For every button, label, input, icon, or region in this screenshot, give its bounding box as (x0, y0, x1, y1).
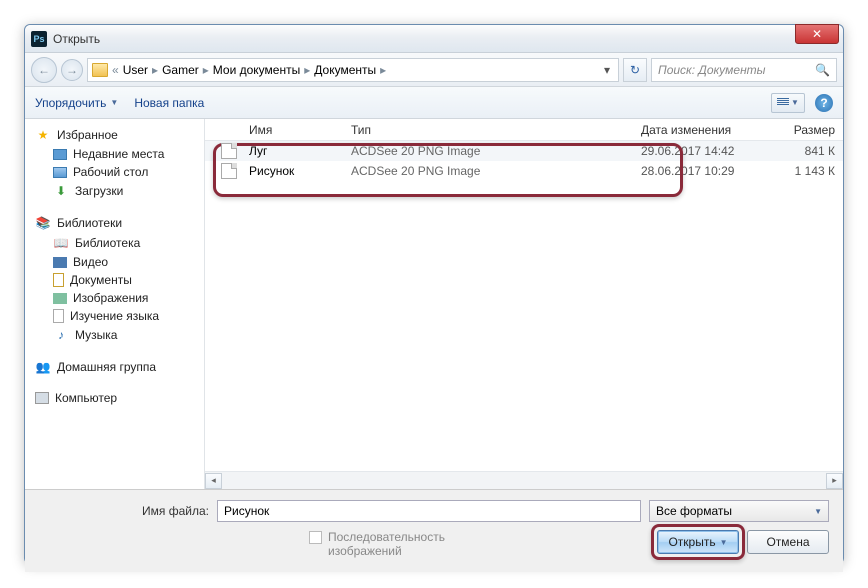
chevron-right-icon: ▸ (150, 63, 160, 77)
arrow-left-icon: ← (38, 63, 50, 77)
breadcrumb[interactable]: « User ▸ Gamer ▸ Мои документы ▸ Докумен… (87, 58, 619, 82)
breadcrumb-part[interactable]: Документы (314, 63, 376, 77)
window-title: Открыть (53, 32, 100, 46)
organize-button[interactable]: Упорядочить ▼ (35, 96, 118, 110)
sidebar-group-libraries[interactable]: 📚Библиотеки (35, 213, 204, 233)
chevron-down-icon: ▼ (720, 538, 728, 547)
file-type-filter[interactable]: Все форматы ▼ (649, 500, 829, 522)
sidebar-group-favorites[interactable]: ★Избранное (35, 125, 204, 145)
sequence-checkbox[interactable] (309, 531, 322, 544)
sidebar-group-computer[interactable]: Компьютер (35, 389, 204, 407)
video-icon (53, 257, 67, 268)
help-icon: ? (820, 96, 827, 110)
sidebar-item-language[interactable]: Изучение языка (35, 307, 204, 325)
libraries-icon: 📚 (35, 215, 51, 231)
bottom-panel: Имя файла: Рисунок Все форматы ▼ Последо… (25, 489, 843, 572)
chevron-down-icon: ▼ (791, 98, 799, 107)
sidebar-group-homegroup[interactable]: 👥Домашняя группа (35, 357, 204, 377)
chevron-right-icon: ▸ (378, 63, 388, 77)
view-options-button[interactable]: ▼ (771, 93, 805, 113)
column-headers: Имя Тип Дата изменения Размер (205, 119, 843, 141)
file-icon (221, 163, 237, 179)
sidebar-item-music[interactable]: ♪Музыка (35, 325, 204, 345)
breadcrumb-part[interactable]: Gamer (162, 63, 199, 77)
close-button[interactable]: ✕ (795, 24, 839, 44)
nav-bar: ← → « User ▸ Gamer ▸ Мои документы ▸ Док… (25, 53, 843, 87)
search-placeholder: Поиск: Документы (658, 63, 809, 77)
file-row[interactable]: Луг ACDSee 20 PNG Image 29.06.2017 14:42… (205, 141, 843, 161)
column-type[interactable]: Тип (343, 123, 633, 137)
breadcrumb-part[interactable]: User (123, 63, 148, 77)
sidebar: ★Избранное Недавние места Рабочий стол ⬇… (25, 119, 205, 489)
close-icon: ✕ (812, 27, 822, 41)
sidebar-item-desktop[interactable]: Рабочий стол (35, 163, 204, 181)
refresh-button[interactable]: ↻ (623, 58, 647, 82)
cancel-button[interactable]: Отмена (747, 530, 829, 554)
breadcrumb-part[interactable]: Мои документы (213, 63, 300, 77)
list-view-icon (777, 98, 789, 108)
sequence-checkbox-row: Последовательность изображений (309, 530, 478, 558)
arrow-right-icon: → (66, 63, 78, 77)
chevron-right-icon: « (110, 63, 121, 77)
sequence-label: Последовательность изображений (328, 530, 478, 558)
page-icon (53, 309, 64, 323)
chevron-down-icon[interactable]: ▾ (600, 63, 614, 77)
chevron-right-icon: ▸ (302, 63, 312, 77)
music-icon: ♪ (53, 327, 69, 343)
search-icon: 🔍 (815, 63, 830, 77)
filename-input[interactable]: Рисунок (217, 500, 641, 522)
documents-icon (53, 273, 64, 287)
sidebar-item-downloads[interactable]: ⬇Загрузки (35, 181, 204, 201)
column-size[interactable]: Размер (759, 123, 843, 137)
sidebar-item-images[interactable]: Изображения (35, 289, 204, 307)
sidebar-item-documents[interactable]: Документы (35, 271, 204, 289)
star-icon: ★ (35, 127, 51, 143)
homegroup-icon: 👥 (35, 359, 51, 375)
open-dialog: Ps Открыть ✕ ← → « User ▸ Gamer ▸ Мои до… (24, 24, 844, 564)
column-date[interactable]: Дата изменения (633, 123, 759, 137)
nav-back-button[interactable]: ← (31, 57, 57, 83)
open-button[interactable]: Открыть ▼ (657, 530, 739, 554)
column-name[interactable]: Имя (241, 123, 343, 137)
search-input[interactable]: Поиск: Документы 🔍 (651, 58, 837, 82)
scroll-right-button[interactable]: ▸ (826, 473, 843, 489)
toolbar: Упорядочить ▼ Новая папка ▼ ? (25, 87, 843, 119)
images-icon (53, 293, 67, 304)
computer-icon (35, 392, 49, 404)
chevron-right-icon: ▸ (201, 63, 211, 77)
recent-places-icon (53, 149, 67, 160)
folder-icon (92, 63, 108, 77)
sidebar-item-library[interactable]: 📖Библиотека (35, 233, 204, 253)
nav-forward-button[interactable]: → (61, 59, 83, 81)
app-icon: Ps (31, 31, 47, 47)
help-button[interactable]: ? (815, 94, 833, 112)
library-icon: 📖 (53, 235, 69, 251)
filename-label: Имя файла: (39, 504, 209, 518)
file-icon (221, 143, 237, 159)
file-list: Имя Тип Дата изменения Размер Луг ACDSee… (205, 119, 843, 489)
sidebar-item-recent[interactable]: Недавние места (35, 145, 204, 163)
titlebar[interactable]: Ps Открыть ✕ (25, 25, 843, 53)
scroll-left-button[interactable]: ◂ (205, 473, 222, 489)
file-row[interactable]: Рисунок ACDSee 20 PNG Image 28.06.2017 1… (205, 161, 843, 181)
desktop-icon (53, 167, 67, 178)
chevron-down-icon: ▼ (110, 98, 118, 107)
downloads-icon: ⬇ (53, 183, 69, 199)
refresh-icon: ↻ (630, 63, 640, 77)
body: ★Избранное Недавние места Рабочий стол ⬇… (25, 119, 843, 489)
new-folder-button[interactable]: Новая папка (134, 96, 204, 110)
horizontal-scrollbar[interactable]: ◂ ▸ (205, 471, 843, 489)
sidebar-item-video[interactable]: Видео (35, 253, 204, 271)
chevron-down-icon: ▼ (814, 507, 822, 516)
